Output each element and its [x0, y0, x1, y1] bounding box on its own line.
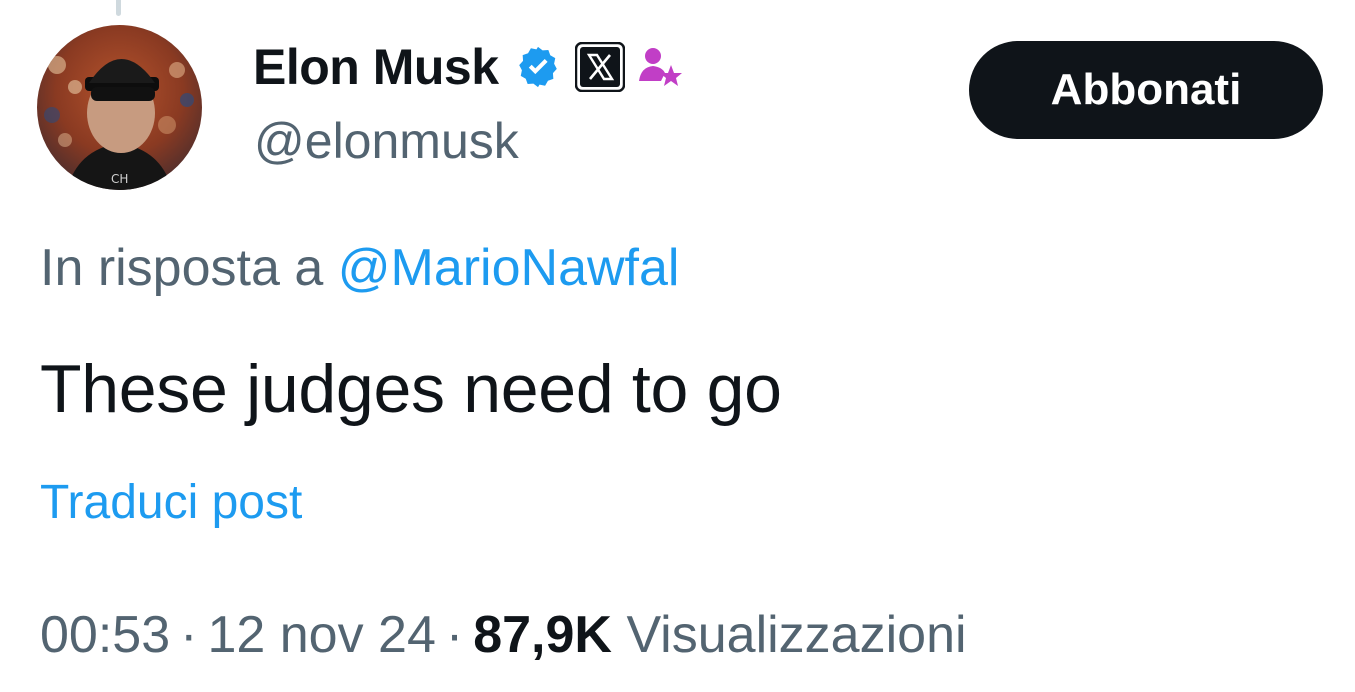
post-metadata: 00:53 · 12 nov 24 · 87,9K Visualizzazioni [40, 605, 967, 665]
separator-dot: · [445, 606, 464, 664]
thread-connector-line [116, 0, 121, 16]
reply-mention-link[interactable]: @MarioNawfal [338, 239, 680, 297]
affiliate-star-icon[interactable] [635, 43, 683, 91]
separator-dot: · [180, 606, 198, 664]
post-text: These judges need to go [40, 351, 782, 427]
author-display-name[interactable]: Elon Musk [253, 38, 499, 96]
reply-prefix: In risposta a [40, 239, 324, 297]
avatar-image: CH [37, 25, 202, 190]
post-time[interactable]: 00:53 [40, 606, 170, 664]
author-handle[interactable]: @elonmusk [254, 112, 519, 170]
avatar[interactable]: CH [37, 25, 202, 190]
reply-context: In risposta a @MarioNawfal [40, 238, 679, 298]
post-date[interactable]: 12 nov 24 [207, 606, 435, 664]
x-logo-icon[interactable] [574, 42, 625, 92]
translate-post-link[interactable]: Traduci post [40, 475, 302, 530]
verified-badge-icon[interactable] [515, 44, 561, 90]
views-label[interactable]: Visualizzazioni [626, 606, 966, 664]
svg-text:CH: CH [111, 172, 128, 186]
subscribe-button[interactable]: Abbonati [969, 41, 1323, 139]
author-name-row: Elon Musk [253, 34, 683, 100]
views-count[interactable]: 87,9K [473, 606, 612, 664]
